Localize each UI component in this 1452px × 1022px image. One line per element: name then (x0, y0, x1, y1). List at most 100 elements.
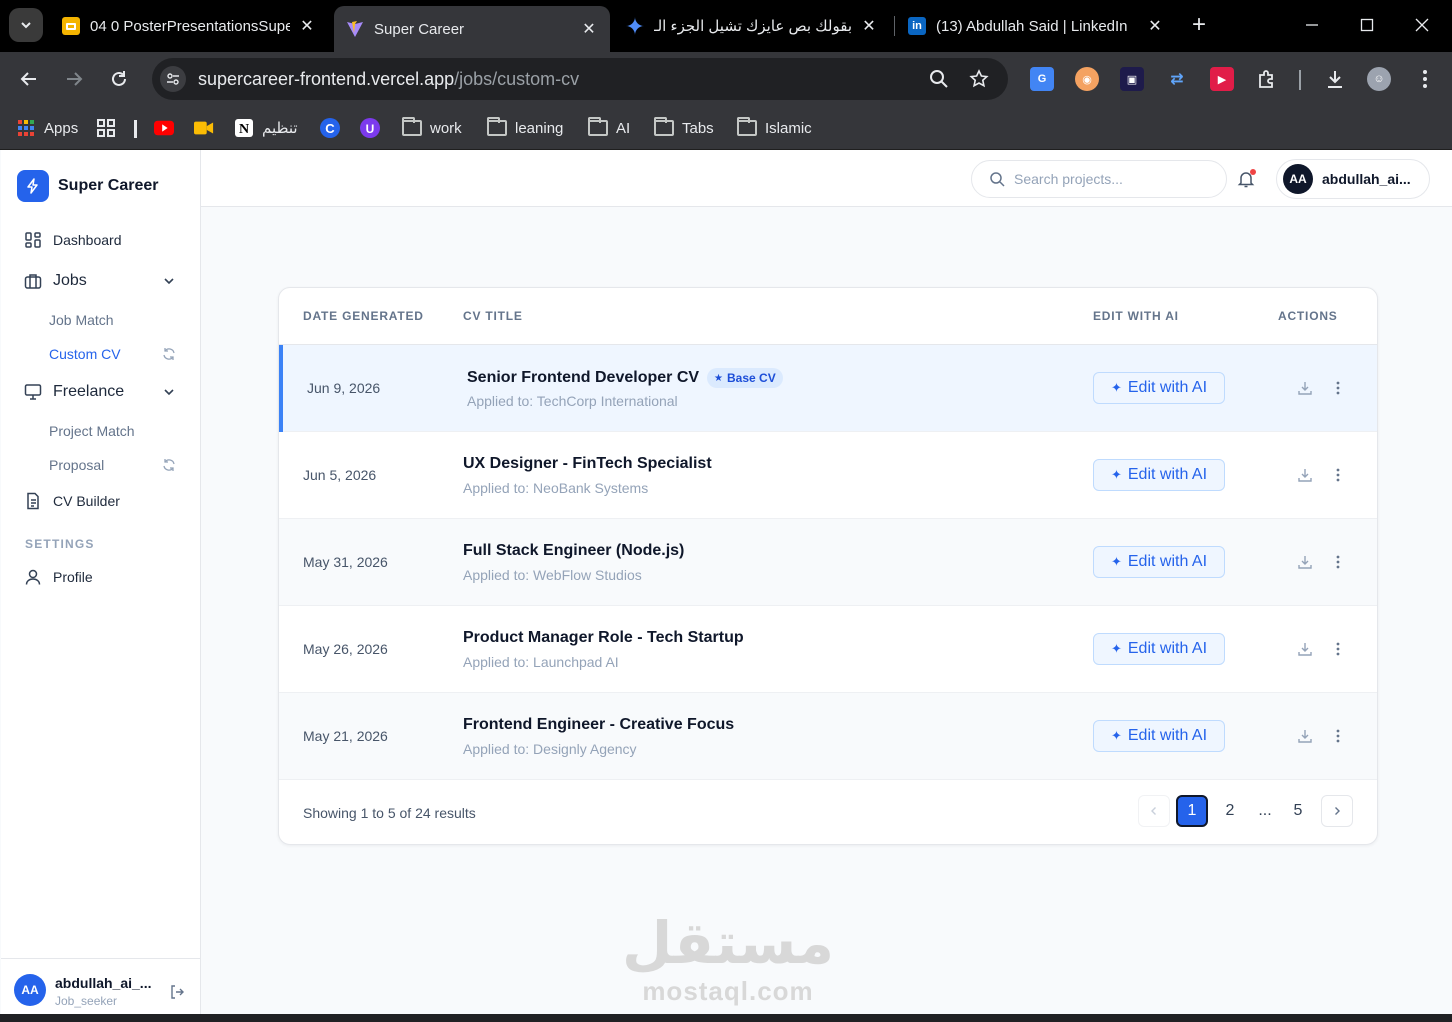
bookmark-apps[interactable]: Apps (16, 114, 78, 142)
extension-capture-icon[interactable]: ▣ (1120, 67, 1144, 91)
browser-tab-active[interactable]: Super Career ✕ (334, 6, 610, 52)
close-icon[interactable]: ✕ (1146, 17, 1164, 35)
more-options-icon[interactable] (1331, 553, 1345, 571)
close-icon[interactable]: ✕ (860, 17, 878, 35)
browser-tab[interactable]: in (13) Abdullah Said | LinkedIn ✕ (896, 6, 1176, 46)
profile-avatar-icon[interactable]: ☺ (1367, 67, 1391, 91)
user-menu-button[interactable]: AA abdullah_ai... (1276, 159, 1430, 199)
bookmark-folder-ai[interactable]: AI (588, 114, 630, 142)
download-icon[interactable] (1296, 640, 1314, 658)
column-header-title[interactable]: CV TITLE (463, 309, 523, 323)
forward-arrow-icon[interactable] (59, 64, 89, 94)
site-settings-icon[interactable] (160, 66, 186, 92)
bookmark-folder-leaning[interactable]: leaning (487, 114, 563, 142)
sidebar-item-cv-builder[interactable]: CV Builder (23, 491, 120, 511)
download-icon[interactable] (1296, 379, 1314, 397)
download-icon[interactable] (1296, 553, 1314, 571)
more-options-icon[interactable] (1331, 466, 1345, 484)
avatar: AA (1283, 164, 1313, 194)
more-options-icon[interactable] (1331, 379, 1345, 397)
zoom-icon[interactable] (928, 68, 950, 90)
prev-page-button[interactable] (1138, 795, 1170, 827)
bookmark-folder-tabs[interactable]: Tabs (654, 114, 714, 142)
cv-title[interactable]: Full Stack Engineer (Node.js) (463, 542, 684, 560)
bookmarks-bar: Apps N تنظيم C U work leaning AI Tabs Is… (0, 106, 1452, 150)
sidebar-item-label: Jobs (53, 272, 87, 289)
search-box[interactable] (971, 160, 1227, 198)
cv-title[interactable]: Product Manager Role - Tech Startup (463, 629, 744, 647)
reload-icon[interactable] (104, 64, 134, 94)
notification-bell-icon[interactable] (1235, 168, 1257, 190)
download-icon[interactable] (1296, 727, 1314, 745)
bookmark-meet[interactable] (194, 114, 222, 142)
translate-extension-icon[interactable]: G (1030, 67, 1054, 91)
sidebar-item-custom-cv[interactable]: Custom CV (49, 346, 121, 362)
brand[interactable]: Super Career (17, 170, 159, 202)
cv-title[interactable]: Frontend Engineer - Creative Focus (463, 716, 734, 734)
bookmark-folder-work[interactable]: work (402, 114, 462, 142)
table-row[interactable]: Jun 9, 2026 Senior Frontend Developer CV… (279, 345, 1377, 432)
sidebar-item-proposal[interactable]: Proposal (49, 457, 104, 473)
sidebar-item-jobs[interactable]: Jobs (23, 271, 87, 291)
edit-with-ai-button[interactable]: ✦ Edit with AI (1093, 633, 1225, 665)
back-arrow-icon[interactable] (14, 64, 44, 94)
cv-title[interactable]: Senior Frontend Developer CV (467, 369, 699, 387)
logout-icon[interactable] (168, 983, 186, 1001)
window-close-icon[interactable] (1407, 10, 1437, 40)
bookmark-notion[interactable]: N تنظيم (234, 114, 298, 142)
chevron-down-icon[interactable] (161, 384, 177, 400)
edit-with-ai-button[interactable]: ✦ Edit with AI (1093, 372, 1225, 404)
settings-section-label: SETTINGS (25, 537, 95, 551)
extension-face-icon[interactable]: ◉ (1075, 67, 1099, 91)
extensions-puzzle-icon[interactable] (1255, 67, 1279, 91)
folder-icon (487, 117, 507, 138)
edit-with-ai-button[interactable]: ✦ Edit with AI (1093, 546, 1225, 578)
toolbar-separator (1299, 70, 1301, 90)
cv-title[interactable]: UX Designer - FinTech Specialist (463, 455, 712, 473)
sidebar-item-job-match[interactable]: Job Match (49, 312, 114, 328)
browser-tab[interactable]: بقولك بص عايزك تشيل الجزء الـ ✕ (614, 6, 890, 46)
edit-with-ai-button[interactable]: ✦ Edit with AI (1093, 459, 1225, 491)
sidebar-item-project-match[interactable]: Project Match (49, 423, 135, 439)
tab-search-button[interactable] (9, 8, 43, 42)
bookmark-grid[interactable] (96, 114, 124, 142)
table-row[interactable]: May 21, 2026 Frontend Engineer - Creativ… (279, 693, 1377, 780)
table-row[interactable]: May 31, 2026 Full Stack Engineer (Node.j… (279, 519, 1377, 606)
bookmark-u-app[interactable]: U (360, 114, 388, 142)
mostaql-watermark: مستقل mostaql.com (608, 912, 848, 1007)
sidebar-item-profile[interactable]: Profile (23, 567, 93, 587)
search-input[interactable] (1014, 171, 1214, 187)
table-row[interactable]: May 26, 2026 Product Manager Role - Tech… (279, 606, 1377, 693)
new-tab-plus-icon[interactable]: + (1186, 11, 1212, 38)
close-icon[interactable]: ✕ (298, 17, 316, 35)
button-label: Edit with AI (1127, 553, 1208, 570)
extension-video-icon[interactable]: ▶ (1210, 67, 1234, 91)
edit-with-ai-button[interactable]: ✦ Edit with AI (1093, 720, 1225, 752)
page-button-current[interactable]: 1 (1176, 795, 1208, 827)
column-header-date[interactable]: DATE GENERATED (303, 309, 424, 323)
bookmark-folder-islamic[interactable]: Islamic (737, 114, 812, 142)
maximize-icon[interactable] (1352, 10, 1382, 40)
next-page-button[interactable] (1321, 795, 1353, 827)
bookmark-star-icon[interactable] (968, 68, 990, 90)
sidebar-item-dashboard[interactable]: Dashboard (23, 230, 122, 250)
extension-swap-icon[interactable]: ⇄ (1165, 67, 1189, 91)
table-row[interactable]: Jun 5, 2026 UX Designer - FinTech Specia… (279, 432, 1377, 519)
avatar[interactable]: AA (14, 974, 46, 1006)
download-icon[interactable] (1323, 67, 1347, 91)
address-bar[interactable]: supercareer-frontend.vercel.app/jobs/cus… (152, 58, 1008, 100)
more-options-icon[interactable] (1331, 640, 1345, 658)
download-icon[interactable] (1296, 466, 1314, 484)
chevron-down-icon[interactable] (161, 273, 177, 289)
bookmark-c-app[interactable]: C (320, 114, 348, 142)
more-options-icon[interactable] (1331, 727, 1345, 745)
bookmark-youtube[interactable] (154, 114, 182, 142)
minimize-icon[interactable] (1297, 10, 1327, 40)
page-button[interactable]: 5 (1282, 795, 1314, 827)
chrome-menu-icon[interactable] (1413, 67, 1437, 91)
sidebar-item-freelance[interactable]: Freelance (23, 382, 124, 402)
close-icon[interactable]: ✕ (580, 20, 598, 38)
bookmark-label: leaning (515, 119, 564, 137)
browser-tab[interactable]: 04 0 PosterPresentationsSupe ✕ (50, 6, 328, 46)
page-button[interactable]: 2 (1214, 795, 1246, 827)
